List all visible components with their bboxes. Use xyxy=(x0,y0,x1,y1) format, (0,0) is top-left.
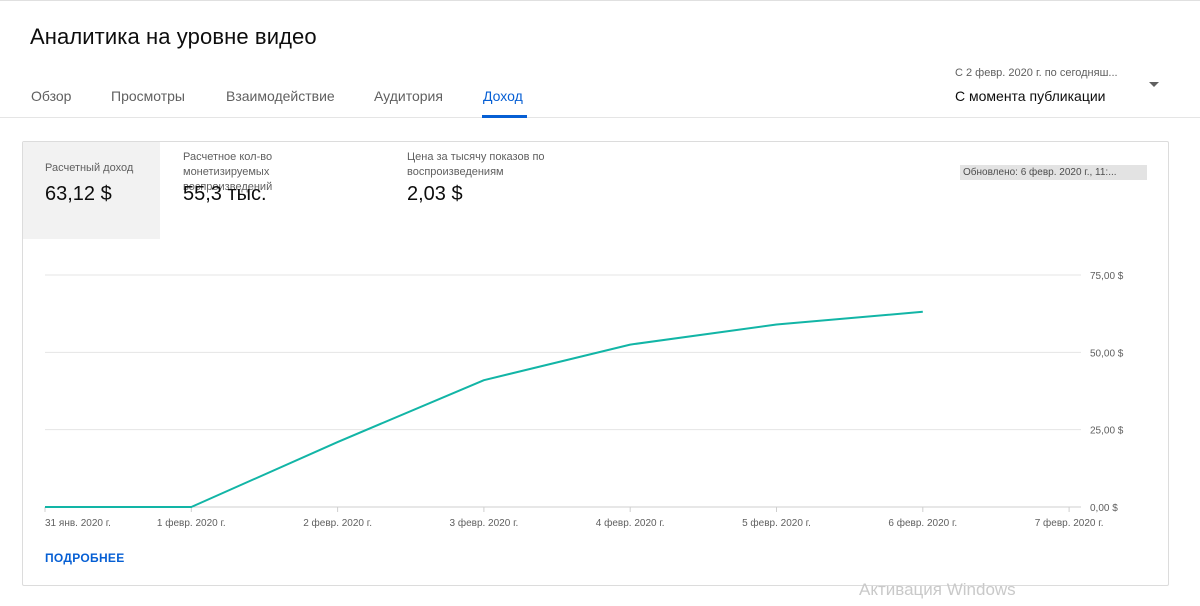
revenue-series-line xyxy=(45,310,923,508)
x-tick-label: 31 янв. 2020 г. xyxy=(45,518,111,529)
y-tick-label: 25,00 $ xyxy=(1090,426,1124,437)
x-tick-label: 1 февр. 2020 г. xyxy=(157,517,226,529)
tab-overview[interactable]: Обзор xyxy=(31,88,71,104)
revenue-line-chart: 0,00 $ 25,00 $ 50,00 $ 75,00 $ 31 янв. 2020 … xyxy=(44,271,1124,529)
x-tick-label: 3 февр. 2020 г. xyxy=(450,517,519,529)
x-tick-label: 5 февр. 2020 г. xyxy=(742,517,811,529)
x-tick-label: 6 февр. 2020 г. xyxy=(888,517,957,529)
tab-engagement[interactable]: Взаимодействие xyxy=(226,88,335,104)
more-details-link[interactable]: ПОДРОБНЕЕ xyxy=(45,551,125,565)
revenue-card: Расчетный доход 63,12 $ Расчетное кол-во… xyxy=(22,141,1169,586)
date-period-text: С момента публикации xyxy=(955,88,1106,104)
page-title: Аналитика на уровне видео xyxy=(30,24,317,49)
active-tab-indicator xyxy=(482,115,527,118)
x-tick-label: 4 февр. 2020 г. xyxy=(596,517,665,529)
chevron-down-icon xyxy=(1149,82,1159,87)
y-tick-label: 75,00 $ xyxy=(1090,271,1124,282)
y-tick-label: 50,00 $ xyxy=(1090,348,1124,359)
y-tick-label: 0,00 $ xyxy=(1090,503,1118,514)
date-range-dropdown[interactable]: С 2 февр. 2020 г. по сегодняш... С момен… xyxy=(955,64,1165,110)
x-tick-label: 7 февр. 2020 г. xyxy=(1035,517,1104,529)
x-tick-label: 2 февр. 2020 г. xyxy=(303,517,372,529)
date-range-text: С 2 февр. 2020 г. по сегодняш... xyxy=(955,67,1118,79)
tab-revenue[interactable]: Доход xyxy=(483,88,523,104)
tab-views[interactable]: Просмотры xyxy=(111,88,185,104)
top-divider xyxy=(0,0,1200,1)
tab-audience[interactable]: Аудитория xyxy=(374,88,443,104)
windows-activation-watermark: Активация Windows xyxy=(859,580,1016,599)
